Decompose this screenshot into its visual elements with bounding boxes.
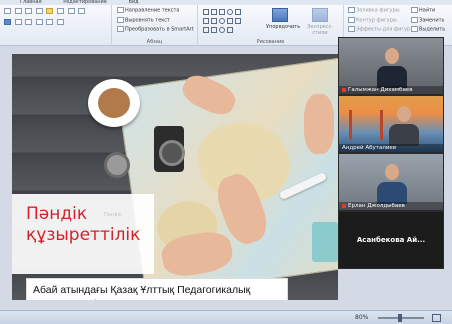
smiley-shape-icon[interactable] [219, 26, 225, 33]
coffee-cup-image [88, 79, 140, 127]
shape-effects-button[interactable]: Эффекты для фигур [347, 25, 410, 35]
select-button[interactable]: Выделить [410, 25, 445, 35]
video-tile[interactable]: Ерлан Джолдыбаев [338, 153, 444, 211]
align-center-icon[interactable] [25, 19, 33, 25]
quick-styles-button[interactable]: Экспресс-стили [300, 8, 340, 38]
text-direction-icon [117, 7, 124, 13]
zoom-level[interactable]: 80% [355, 314, 368, 321]
numbering-icon[interactable] [56, 8, 64, 14]
shape-effects-icon [348, 26, 355, 32]
connector-shape-icon[interactable] [211, 26, 217, 33]
arrow-shape-icon[interactable] [211, 8, 217, 15]
justify-icon[interactable] [46, 19, 54, 25]
find-button[interactable]: Найти [410, 6, 445, 16]
spacing-icon[interactable] [35, 8, 43, 14]
shape-outline-icon [348, 16, 355, 23]
align-text-icon [117, 16, 124, 23]
align-text-button[interactable]: Выровнять текст [116, 16, 194, 26]
ribbon-group-paragraph: Направление текста Выровнять текст Преоб… [112, 5, 198, 46]
replace-button[interactable]: Заменить [410, 16, 445, 26]
smartart-button[interactable]: Преобразовать в SmartArt [116, 25, 194, 35]
select-icon [411, 26, 418, 32]
align-row [3, 18, 65, 27]
bridge-background [349, 110, 383, 140]
bullets-icon[interactable] [46, 8, 54, 14]
status-bar: 80% [0, 310, 452, 324]
hand-image-4 [304, 94, 334, 154]
line-shape-icon[interactable] [203, 8, 209, 15]
oval-shape-icon[interactable] [227, 8, 233, 15]
slide-ghost-label: Пәндік [104, 212, 122, 218]
paragraph-caption: Абзац [146, 39, 163, 45]
text-direction-button[interactable]: Направление текста [116, 6, 194, 16]
participant-name: Ерлан Джолдыбаев [339, 202, 443, 210]
align-left-icon[interactable] [14, 19, 22, 25]
zoom-slider-handle[interactable] [398, 314, 402, 322]
arrange-button[interactable]: Упорядочить [266, 8, 300, 38]
rounded-rect-shape-icon[interactable] [235, 8, 241, 15]
video-tile[interactable]: Андрей Абуталиев [338, 95, 444, 153]
indent-icon[interactable] [67, 8, 75, 14]
fit-to-window-icon[interactable] [432, 314, 441, 322]
columns-icon[interactable] [78, 8, 86, 14]
brace-shape-icon[interactable] [227, 17, 233, 24]
triangle-shape-icon[interactable] [203, 17, 209, 24]
star-shape-icon[interactable] [235, 17, 241, 24]
curve-shape-icon[interactable] [203, 26, 209, 33]
participant-name: Андрей Абуталиев [339, 144, 443, 152]
align-right-icon[interactable] [35, 19, 43, 25]
callout-shape-icon[interactable] [227, 26, 233, 33]
caption-box[interactable]: Абай атындағы Қазақ Ұлттық Педагогикалық… [26, 278, 288, 300]
shape-fill-button[interactable]: Заливка фигуры [347, 6, 410, 16]
shadow-icon[interactable] [25, 8, 33, 14]
ribbon-group-font [0, 5, 112, 46]
participant-name-large: Асанбекова Ай... [356, 236, 426, 244]
slide-canvas[interactable]: Пәндік құзыреттілік Пәндік Абай атындағы… [12, 54, 338, 300]
line-spacing-icon[interactable] [56, 19, 64, 25]
participant-name: Галымжан Дихамбаев [339, 86, 443, 94]
video-tile[interactable]: Асанбекова Ай... [338, 211, 444, 269]
rectangle-shape-icon[interactable] [219, 8, 225, 15]
binoculars-icon [411, 7, 418, 13]
shape-fill-icon [348, 7, 355, 13]
muted-mic-icon [342, 203, 346, 208]
shape-outline-button[interactable]: Контур фигуры [347, 16, 410, 26]
slide-caption: Абай атындағы Қазақ Ұлттық Педагогикалық… [33, 284, 251, 300]
replace-icon [411, 16, 418, 23]
participant-video [389, 106, 419, 146]
underline-icon[interactable] [4, 8, 11, 14]
muted-mic-icon [342, 87, 346, 92]
bracket-shape-icon[interactable] [211, 17, 217, 24]
video-tile[interactable]: Галымжан Дихамбаев [338, 37, 444, 95]
glass-image [312, 222, 338, 262]
compass-image [104, 152, 130, 178]
font-format-row [3, 7, 86, 16]
camera-image [154, 126, 185, 172]
participant-video [377, 164, 407, 204]
drawing-caption: Рисование [256, 39, 285, 45]
video-panel: Галымжан Дихамбаев Андрей Абуталиев Ерла… [338, 37, 444, 310]
ribbon-group-drawing: Упорядочить Экспресс-стили Рисование [198, 5, 344, 46]
strikethrough-icon[interactable] [14, 8, 22, 14]
font-color-icon[interactable] [4, 19, 11, 25]
quick-styles-icon [312, 8, 328, 22]
slide-title[interactable]: Пәндік құзыреттілік [26, 204, 156, 246]
arrange-icon [272, 8, 288, 22]
smartart-icon [117, 26, 124, 32]
shapes-gallery[interactable] [202, 7, 264, 34]
circle-shape-icon[interactable] [219, 17, 225, 24]
participant-video [377, 48, 407, 88]
